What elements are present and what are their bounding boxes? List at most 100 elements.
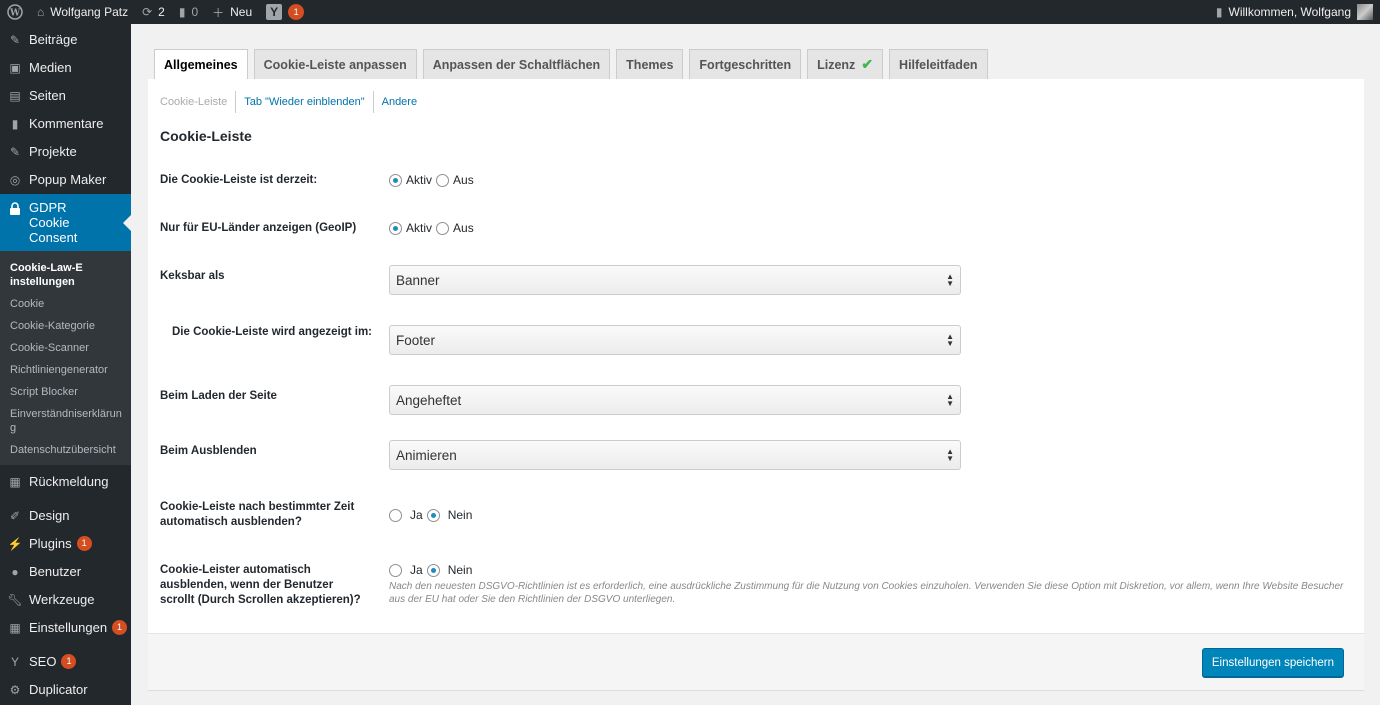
- submenu-item-cookie-law-settings[interactable]: Cookie-Law-Einstellungen: [0, 257, 90, 293]
- settings-tabs: Allgemeines Cookie-Leiste anpassen Anpas…: [154, 49, 988, 80]
- sidebar-item-posts[interactable]: ✎ Beiträge: [0, 26, 131, 54]
- notification-icon: ▮: [1215, 5, 1223, 19]
- yoast-icon: Y: [266, 4, 283, 20]
- subnav-revisit-tab[interactable]: Tab "Wieder einblenden": [235, 91, 372, 113]
- submenu-item-policy-generator[interactable]: Richtliniengenerator: [0, 359, 131, 381]
- yoast-icon: Y: [10, 654, 19, 669]
- field-label: Cookie-Leiste nach bestimmter Zeit autom…: [160, 501, 355, 528]
- radio-no[interactable]: [426, 563, 440, 577]
- sidebar-item-duplicator[interactable]: ⚙ Duplicator: [0, 676, 131, 704]
- comment-icon: ▮: [178, 5, 186, 19]
- updates-icon: ⟳: [142, 5, 153, 19]
- plugin-icon: ⚡: [7, 536, 23, 551]
- duplicator-icon: ⚙: [9, 682, 21, 697]
- submenu-item-cookie-category[interactable]: Cookie-Kategorie: [0, 315, 131, 337]
- settings-icon: ▦: [9, 620, 21, 635]
- avatar: [1357, 4, 1373, 20]
- pin-icon: ✎: [9, 144, 21, 159]
- sidebar-item-gdpr-cookie-consent[interactable]: GDPR Cookie Consent: [0, 194, 131, 251]
- save-bar: Einstellungen speichern: [148, 633, 1364, 691]
- gdpr-submenu: Cookie-Law-Einstellungen Cookie Cookie-K…: [0, 251, 131, 465]
- admin-sidebar: ✎ Beiträge ▣ Medien ▤ Seiten ▮ Kommentar…: [0, 24, 131, 705]
- radio-active[interactable]: [389, 173, 402, 187]
- field-label: Die Cookie-Leiste wird angezeigt im:: [172, 326, 373, 338]
- tab-customize-bar[interactable]: Cookie-Leiste anpassen: [253, 49, 417, 79]
- sidebar-item-seo[interactable]: Y SEO 1: [0, 648, 131, 676]
- subnav-cookie-bar[interactable]: Cookie-Leiste: [160, 91, 235, 113]
- wordpress-logo-icon[interactable]: W: [0, 0, 30, 24]
- lock-icon: [8, 201, 22, 215]
- seo-menu-link[interactable]: Y 1: [259, 0, 311, 24]
- auto-hide-radio-group: Ja Nein: [389, 508, 476, 522]
- wrench-icon: 🔧︎: [7, 592, 23, 607]
- radio-no[interactable]: [426, 508, 440, 522]
- updates-link[interactable]: ⟳ 2: [135, 0, 172, 24]
- page-icon: ▤: [9, 88, 21, 103]
- sidebar-item-tools[interactable]: 🔧︎ Werkzeuge: [0, 586, 131, 614]
- brush-icon: ✐: [9, 508, 21, 523]
- sidebar-item-comments[interactable]: ▮ Kommentare: [0, 110, 131, 138]
- submenu-item-cookie-scanner[interactable]: Cookie-Scanner: [0, 337, 131, 359]
- select-arrows-icon: ▲ ▼: [946, 272, 954, 288]
- field-label: Die Cookie-Leiste ist derzeit:: [160, 174, 318, 186]
- submenu-item-privacy-overview[interactable]: Datenschutzübersicht: [0, 439, 131, 461]
- scroll-hide-radio-group: Ja Nein: [389, 563, 476, 577]
- tab-general[interactable]: Allgemeines: [154, 49, 248, 80]
- checkmark-icon: ✔: [861, 56, 874, 72]
- sidebar-item-settings[interactable]: ▦ Einstellungen 1: [0, 614, 131, 642]
- on-hide-select[interactable]: Animieren ▲ ▼: [389, 440, 961, 470]
- radio-yes[interactable]: [389, 563, 402, 577]
- radio-yes[interactable]: [389, 508, 402, 522]
- sidebar-item-pages[interactable]: ▤ Seiten: [0, 82, 131, 110]
- radio-off[interactable]: [436, 221, 450, 235]
- sidebar-item-users[interactable]: ● Benutzer: [0, 558, 131, 586]
- user-account-link[interactable]: ▮ Willkommen, Wolfgang: [1209, 0, 1380, 24]
- seo-badge: 1: [61, 654, 77, 669]
- field-label: Keksbar als: [160, 270, 225, 282]
- plus-icon: ＋: [212, 5, 225, 20]
- sidebar-item-popup-maker[interactable]: ◎ Popup Maker: [0, 166, 131, 194]
- bar-type-select[interactable]: Banner ▲ ▼: [389, 265, 961, 295]
- help-text: Nach den neuesten DSGVO-Richtlinien ist …: [389, 581, 1344, 605]
- submenu-item-script-blocker[interactable]: Script Blocker: [0, 381, 131, 403]
- sidebar-item-design[interactable]: ✐ Design: [0, 502, 131, 530]
- tab-license[interactable]: Lizenz ✔: [807, 49, 884, 79]
- seo-badge: 1: [288, 4, 305, 20]
- tab-help-guide[interactable]: Hilfeleitfaden: [889, 49, 988, 79]
- submenu-item-consent-log[interactable]: Einverständniserklärung: [0, 403, 131, 439]
- popup-icon: ◎: [9, 172, 21, 187]
- pin-icon: ✎: [9, 32, 21, 47]
- sidebar-item-media[interactable]: ▣ Medien: [0, 54, 131, 82]
- plugins-badge: 1: [76, 536, 92, 551]
- svg-text:W: W: [9, 9, 21, 19]
- tab-customize-buttons[interactable]: Anpassen der Schaltflächen: [422, 49, 611, 79]
- radio-off[interactable]: [436, 173, 450, 187]
- feedback-icon: ▦: [9, 474, 21, 489]
- new-content-link[interactable]: ＋ Neu: [205, 0, 259, 24]
- site-name-link[interactable]: ⌂ Wolfgang Patz: [30, 0, 135, 24]
- select-arrows-icon: ▲ ▼: [946, 332, 954, 348]
- sidebar-item-feedback[interactable]: ▦ Rückmeldung: [0, 465, 131, 496]
- select-arrows-icon: ▲ ▼: [946, 392, 954, 408]
- sidebar-item-projects[interactable]: ✎ Projekte: [0, 138, 131, 166]
- position-select[interactable]: Footer ▲ ▼: [389, 325, 961, 355]
- comments-link[interactable]: ▮ 0: [172, 0, 205, 24]
- field-label: Beim Ausblenden: [160, 445, 257, 457]
- radio-active[interactable]: [389, 221, 402, 235]
- field-label: Cookie-Leister automatisch ausblenden, w…: [160, 564, 361, 606]
- media-icon: ▣: [9, 60, 21, 75]
- user-icon: ●: [11, 564, 19, 579]
- save-settings-button[interactable]: Einstellungen speichern: [1201, 648, 1344, 677]
- section-title: Cookie-Leiste: [160, 128, 252, 144]
- tab-advanced[interactable]: Fortgeschritten: [689, 49, 802, 79]
- sidebar-item-plugins[interactable]: ⚡ Plugins 1: [0, 530, 131, 558]
- on-load-select[interactable]: Angeheftet ▲ ▼: [389, 385, 961, 415]
- select-arrows-icon: ▲ ▼: [946, 447, 954, 463]
- subnav-other[interactable]: Andere: [372, 91, 425, 113]
- home-icon: ⌂: [37, 5, 45, 19]
- tab-themes[interactable]: Themes: [616, 49, 684, 79]
- submenu-item-cookie[interactable]: Cookie: [0, 293, 131, 315]
- status-radio-group: Aktiv Aus: [389, 173, 478, 187]
- geoip-radio-group: Aktiv Aus: [389, 221, 478, 235]
- field-label: Nur für EU-Länder anzeigen (GeoIP): [160, 222, 357, 234]
